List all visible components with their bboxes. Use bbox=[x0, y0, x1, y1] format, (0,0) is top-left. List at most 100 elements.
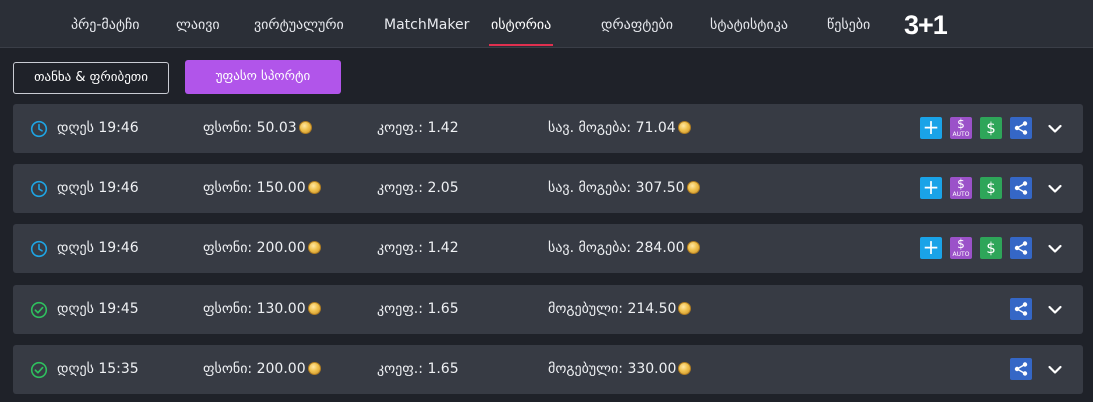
bet-win: სავ. მოგება: 71.04 bbox=[548, 104, 691, 153]
chevron-down-icon[interactable] bbox=[1047, 121, 1063, 135]
plus-icon[interactable]: + bbox=[920, 117, 942, 139]
clock-icon bbox=[30, 120, 48, 138]
bet-row[interactable]: დღეს 19:46 ფსონი: 150.00 კოეფ.: 2.05 სავ. მ… bbox=[13, 164, 1083, 213]
nav-tab-virtual[interactable]: ვირტუალური bbox=[254, 0, 344, 48]
odds-label: კოეფ.: bbox=[377, 301, 423, 317]
nav-tab-live[interactable]: ლაივი bbox=[176, 0, 220, 48]
coin-icon bbox=[307, 302, 321, 315]
odds-value: 1.42 bbox=[427, 240, 459, 256]
bet-row[interactable]: დღეს 19:45 ფსონი: 130.00 კოეფ.: 1.65 მოგებუ… bbox=[13, 285, 1083, 334]
stake-label: ფსონი: bbox=[203, 301, 253, 317]
share-icon[interactable] bbox=[1010, 358, 1032, 380]
win-value: 330.00 bbox=[627, 361, 677, 377]
auto-cashout-icon[interactable]: $ AUTO bbox=[950, 237, 972, 259]
odds-value: 1.42 bbox=[427, 120, 459, 136]
bet-win: მოგებული: 330.00 bbox=[548, 345, 692, 394]
plus-icon[interactable]: + bbox=[920, 177, 942, 199]
nav-tab-prematch[interactable]: პრე-მატჩი bbox=[71, 0, 140, 48]
share-icon[interactable] bbox=[1010, 177, 1032, 199]
top-nav: პრე-მატჩი ლაივი ვირტუალური MatchMaker ის… bbox=[0, 0, 1093, 48]
odds-label: კოეფ.: bbox=[377, 361, 423, 377]
odds-label: კოეფ.: bbox=[377, 180, 423, 196]
stake-value: 200.00 bbox=[256, 361, 306, 377]
bet-date: დღეს 19:46 bbox=[57, 180, 139, 196]
auto-cashout-icon[interactable]: $ AUTO bbox=[950, 177, 972, 199]
bet-odds: კოეფ.: 1.42 bbox=[377, 104, 459, 153]
odds-label: კოეფ.: bbox=[377, 120, 423, 136]
share-icon[interactable] bbox=[1010, 237, 1032, 259]
bet-date: დღეს 15:35 bbox=[57, 361, 139, 377]
odds-label: კოეფ.: bbox=[377, 240, 423, 256]
win-value: 307.50 bbox=[635, 180, 685, 196]
bet-stake: ფსონი: 130.00 bbox=[203, 285, 321, 334]
stake-value: 150.00 bbox=[256, 180, 306, 196]
stake-label: ფსონი: bbox=[203, 361, 253, 377]
win-label: მოგებული: bbox=[548, 301, 623, 317]
win-value: 284.00 bbox=[635, 240, 685, 256]
bet-row[interactable]: დღეს 19:46 ფსონი: 50.03 კოეფ.: 1.42 სავ. მო… bbox=[13, 104, 1083, 153]
coin-icon bbox=[686, 181, 700, 194]
win-value: 71.04 bbox=[635, 120, 676, 136]
check-circle-icon bbox=[30, 301, 48, 319]
nav-tab-rules[interactable]: წესები bbox=[827, 0, 870, 48]
coin-icon bbox=[298, 121, 312, 134]
bet-odds: კოეფ.: 1.42 bbox=[377, 224, 459, 273]
stake-value: 200.00 bbox=[256, 240, 306, 256]
bet-stake: ფსონი: 50.03 bbox=[203, 104, 312, 153]
coin-icon bbox=[686, 241, 700, 254]
odds-value: 1.65 bbox=[427, 361, 459, 377]
bet-win: მოგებული: 214.50 bbox=[548, 285, 692, 334]
bet-win: სავ. მოგება: 284.00 bbox=[548, 224, 700, 273]
clock-icon bbox=[30, 180, 48, 198]
bet-date: დღეს 19:45 bbox=[57, 301, 139, 317]
auto-cashout-icon[interactable]: $ AUTO bbox=[950, 117, 972, 139]
dollar-icon[interactable]: $ bbox=[980, 117, 1002, 139]
promo-3plus1[interactable]: 3+1 bbox=[904, 8, 948, 42]
share-icon[interactable] bbox=[1010, 298, 1032, 320]
win-label: მოგებული: bbox=[548, 361, 623, 377]
coin-icon bbox=[678, 302, 692, 315]
bet-odds: კოეფ.: 2.05 bbox=[377, 164, 459, 213]
bet-date: დღეს 19:46 bbox=[57, 240, 139, 256]
clock-icon bbox=[30, 240, 48, 258]
dollar-icon[interactable]: $ bbox=[980, 237, 1002, 259]
coin-icon bbox=[678, 362, 692, 375]
win-label: სავ. მოგება: bbox=[548, 180, 632, 196]
bet-date: დღეს 19:46 bbox=[57, 120, 139, 136]
nav-tab-history[interactable]: ისტორია bbox=[488, 0, 554, 48]
cash-freebet-button[interactable]: თანხა & ფრიბეთი bbox=[13, 62, 169, 94]
chevron-down-icon[interactable] bbox=[1047, 362, 1063, 376]
free-sport-button[interactable]: უფასო სპორტი bbox=[185, 60, 341, 94]
bet-win: სავ. მოგება: 307.50 bbox=[548, 164, 700, 213]
chevron-down-icon[interactable] bbox=[1047, 181, 1063, 195]
stake-label: ფსონი: bbox=[203, 180, 253, 196]
dollar-icon[interactable]: $ bbox=[980, 177, 1002, 199]
win-value: 214.50 bbox=[627, 301, 677, 317]
check-circle-icon bbox=[30, 361, 48, 379]
odds-value: 1.65 bbox=[427, 301, 459, 317]
coin-icon bbox=[677, 121, 691, 134]
bet-odds: კოეფ.: 1.65 bbox=[377, 285, 459, 334]
stake-value: 130.00 bbox=[256, 301, 306, 317]
bet-stake: ფსონი: 200.00 bbox=[203, 224, 321, 273]
bet-stake: ფსონი: 200.00 bbox=[203, 345, 321, 394]
odds-value: 2.05 bbox=[427, 180, 459, 196]
coin-icon bbox=[307, 362, 321, 375]
bet-stake: ფსონი: 150.00 bbox=[203, 164, 321, 213]
nav-tab-drafts[interactable]: დრაფტები bbox=[601, 0, 673, 48]
stake-label: ფსონი: bbox=[203, 240, 253, 256]
chevron-down-icon[interactable] bbox=[1047, 302, 1063, 316]
share-icon[interactable] bbox=[1010, 117, 1032, 139]
stake-label: ფსონი: bbox=[203, 120, 253, 136]
plus-icon[interactable]: + bbox=[920, 237, 942, 259]
coin-icon bbox=[307, 241, 321, 254]
nav-tab-matchmaker[interactable]: MatchMaker bbox=[384, 0, 469, 48]
bet-odds: კოეფ.: 1.65 bbox=[377, 345, 459, 394]
chevron-down-icon[interactable] bbox=[1047, 241, 1063, 255]
bet-row[interactable]: დღეს 15:35 ფსონი: 200.00 კოეფ.: 1.65 მოგებუ… bbox=[13, 345, 1083, 394]
bet-row[interactable]: დღეს 19:46 ფსონი: 200.00 კოეფ.: 1.42 სავ. მ… bbox=[13, 224, 1083, 273]
win-label: სავ. მოგება: bbox=[548, 120, 632, 136]
coin-icon bbox=[307, 181, 321, 194]
nav-tab-statistics[interactable]: სტატისტიკა bbox=[710, 0, 788, 48]
stake-value: 50.03 bbox=[256, 120, 297, 136]
